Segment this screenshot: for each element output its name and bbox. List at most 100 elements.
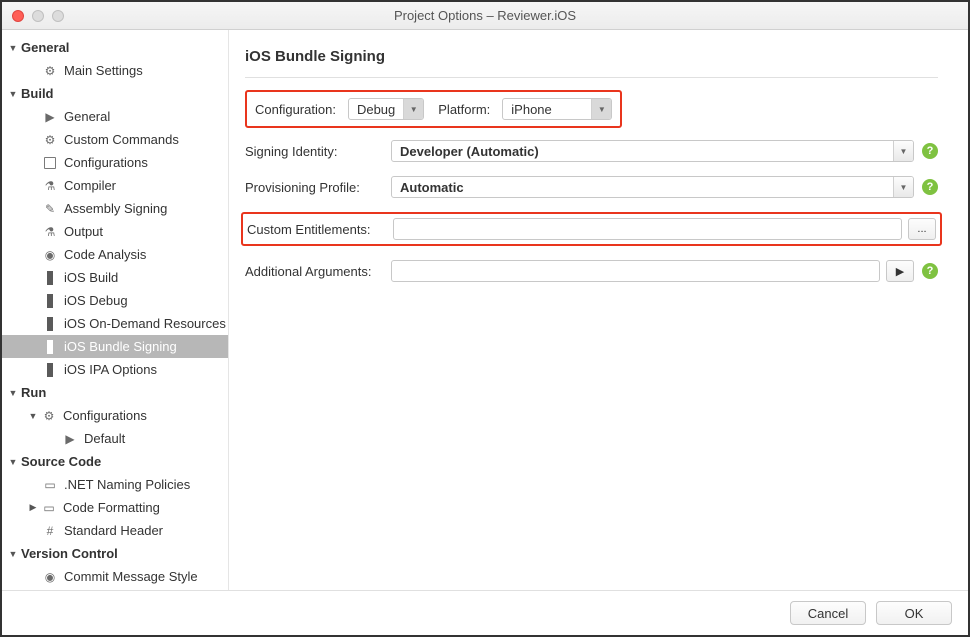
chevron-down-icon: ▼ (8, 43, 18, 53)
additional-args-input[interactable] (391, 260, 880, 282)
platform-value: iPhone (503, 99, 591, 119)
sidebar-item-label: Standard Header (64, 523, 163, 538)
chevron-down-icon: ▼ (893, 141, 913, 161)
configuration-label: Configuration: (255, 102, 336, 117)
sidebar-section-source-code[interactable]: ▼ Source Code (2, 450, 228, 473)
chevron-down-icon: ▼ (893, 177, 913, 197)
platform-label: Platform: (438, 102, 490, 117)
sidebar-item-net-naming[interactable]: ▭ .NET Naming Policies (2, 473, 228, 496)
config-platform-group: Configuration: Debug ▼ Platform: iPhone … (245, 90, 622, 128)
signing-identity-label: Signing Identity: (245, 144, 385, 159)
sidebar-item-label: Configurations (64, 155, 148, 170)
gear-icon: ⚙ (41, 408, 57, 424)
hash-icon: # (42, 523, 58, 539)
window-maximize-button[interactable] (52, 10, 64, 22)
sidebar-item-ios-on-demand[interactable]: iOS On-Demand Resources (2, 312, 228, 335)
sidebar-item-label: General (64, 109, 110, 124)
sidebar-section-version-control[interactable]: ▼ Version Control (2, 542, 228, 565)
device-icon (42, 339, 58, 355)
sidebar-item-label: Configurations (63, 408, 147, 423)
sidebar-item-label: iOS Build (64, 270, 118, 285)
sidebar-section-label: General (21, 40, 69, 55)
sidebar-item-label: Custom Commands (64, 132, 179, 147)
sidebar-item-label: Main Settings (64, 63, 143, 78)
device-icon (42, 362, 58, 378)
sidebar-item-configurations[interactable]: Configurations (2, 151, 228, 174)
window-close-button[interactable] (12, 10, 24, 22)
signing-identity-select[interactable]: Developer (Automatic) ▼ (391, 140, 914, 162)
sidebar-item-label: iOS IPA Options (64, 362, 157, 377)
traffic-lights (2, 10, 64, 22)
compiler-icon: ⚗ (42, 178, 58, 194)
chevron-down-icon: ▼ (8, 89, 18, 99)
chevron-down-icon: ▼ (8, 388, 18, 398)
sidebar-item-label: Default (84, 431, 125, 446)
device-icon (42, 316, 58, 332)
sidebar-item-standard-header[interactable]: # Standard Header (2, 519, 228, 542)
window-minimize-button[interactable] (32, 10, 44, 22)
arrow-button[interactable]: ▶ (886, 260, 914, 282)
sidebar-section-label: Source Code (21, 454, 101, 469)
sidebar-item-label: Code Analysis (64, 247, 146, 262)
sidebar-item-ios-bundle-signing[interactable]: iOS Bundle Signing (2, 335, 228, 358)
configuration-value: Debug (349, 99, 403, 119)
ok-button[interactable]: OK (876, 601, 952, 625)
sidebar-section-label: Version Control (21, 546, 118, 561)
configuration-select[interactable]: Debug ▼ (348, 98, 424, 120)
sidebar-item-run-default[interactable]: ▶ Default (2, 427, 228, 450)
chevron-down-icon: ▼ (8, 457, 18, 467)
sidebar-item-label: iOS Debug (64, 293, 128, 308)
sidebar-item-commit-style[interactable]: ◉ Commit Message Style (2, 565, 228, 588)
doc-icon: ▭ (41, 500, 57, 516)
sign-icon: ✎ (42, 201, 58, 217)
custom-entitlements-input[interactable] (393, 218, 902, 240)
custom-entitlements-group: Custom Entitlements: ... (241, 212, 942, 246)
chevron-right-icon: ▶ (28, 502, 38, 513)
sidebar-item-ios-build[interactable]: iOS Build (2, 266, 228, 289)
sidebar-section-run[interactable]: ▼ Run (2, 381, 228, 404)
check-icon: ◉ (42, 569, 58, 585)
gear-icon: ⚙ (42, 132, 58, 148)
divider (245, 77, 938, 78)
platform-select[interactable]: iPhone ▼ (502, 98, 612, 120)
sidebar-item-build-general[interactable]: ▶ General (2, 105, 228, 128)
custom-entitlements-label: Custom Entitlements: (247, 222, 387, 237)
cancel-button[interactable]: Cancel (790, 601, 866, 625)
page-title: iOS Bundle Signing (245, 48, 938, 65)
sidebar-item-code-formatting[interactable]: ▶ ▭ Code Formatting (2, 496, 228, 519)
provisioning-select[interactable]: Automatic ▼ (391, 176, 914, 198)
sidebar-section-label: Run (21, 385, 46, 400)
sidebar-item-compiler[interactable]: ⚗ Compiler (2, 174, 228, 197)
sidebar-section-label: Build (21, 86, 54, 101)
sidebar-section-build[interactable]: ▼ Build (2, 82, 228, 105)
chevron-down-icon: ▼ (28, 411, 38, 421)
sidebar-item-custom-commands[interactable]: ⚙ Custom Commands (2, 128, 228, 151)
sidebar-item-assembly-signing[interactable]: ✎ Assembly Signing (2, 197, 228, 220)
help-icon[interactable]: ? (922, 143, 938, 159)
sidebar-item-label: .NET Naming Policies (64, 477, 190, 492)
play-icon: ▶ (62, 431, 78, 447)
footer: Cancel OK (2, 590, 968, 635)
device-icon (42, 270, 58, 286)
sidebar-item-label: iOS Bundle Signing (64, 339, 177, 354)
sidebar-item-run-configurations[interactable]: ▼ ⚙ Configurations (2, 404, 228, 427)
sidebar-section-general[interactable]: ▼ General (2, 36, 228, 59)
provisioning-value: Automatic (392, 177, 893, 197)
sidebar-item-label: iOS On-Demand Resources (64, 316, 226, 331)
main-panel: iOS Bundle Signing Configuration: Debug … (229, 30, 968, 590)
help-icon[interactable]: ? (922, 263, 938, 279)
rect-icon (42, 155, 58, 171)
sidebar: ▼ General ⚙ Main Settings ▼ Build ▶ Gene… (2, 30, 229, 590)
sidebar-item-code-analysis[interactable]: ◉ Code Analysis (2, 243, 228, 266)
sidebar-item-output[interactable]: ⚗ Output (2, 220, 228, 243)
chevron-down-icon: ▼ (591, 99, 611, 119)
help-icon[interactable]: ? (922, 179, 938, 195)
browse-button[interactable]: ... (908, 218, 936, 240)
sidebar-item-main-settings[interactable]: ⚙ Main Settings (2, 59, 228, 82)
sidebar-item-ios-debug[interactable]: iOS Debug (2, 289, 228, 312)
sidebar-item-ios-ipa-options[interactable]: iOS IPA Options (2, 358, 228, 381)
sidebar-item-label: Assembly Signing (64, 201, 167, 216)
flask-icon: ⚗ (42, 224, 58, 240)
window-title: Project Options – Reviewer.iOS (2, 8, 968, 23)
titlebar: Project Options – Reviewer.iOS (2, 2, 968, 30)
